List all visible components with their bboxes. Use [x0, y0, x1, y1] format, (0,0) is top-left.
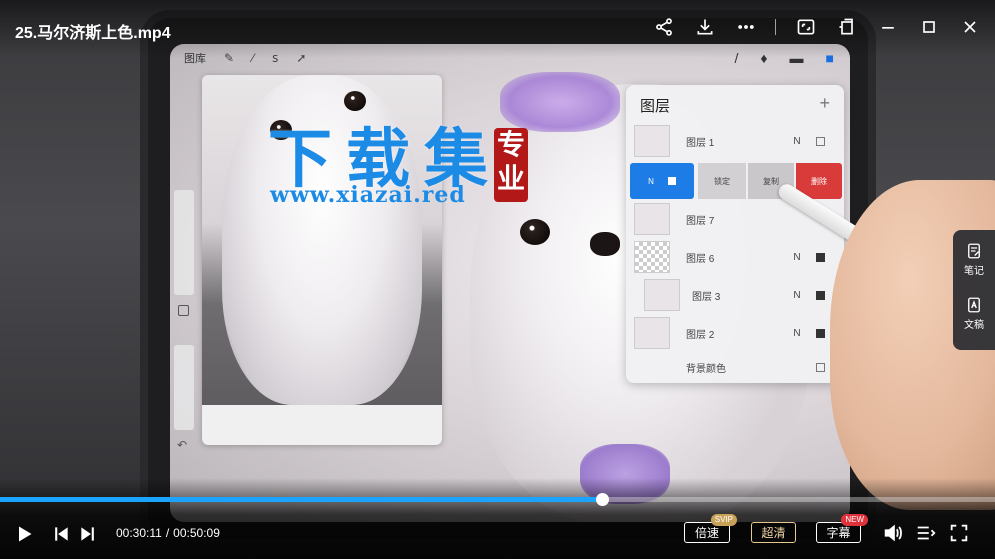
side-panel: 笔记 文稿	[953, 230, 995, 350]
dog-eye-left	[520, 219, 550, 245]
watermark-url: www.xiazai.red	[270, 182, 466, 208]
more-icon[interactable]	[735, 16, 757, 38]
selected-checkbox	[667, 177, 676, 185]
video-title: 25.马尔济斯上色.mp4	[15, 25, 171, 42]
close-icon[interactable]	[959, 16, 981, 38]
speed-button[interactable]: 倍速 SVIP	[684, 514, 737, 543]
skip-back-icon	[55, 527, 68, 541]
divider	[775, 19, 776, 35]
layer-blend: N	[793, 289, 801, 301]
volume-button[interactable]	[882, 522, 904, 544]
next-button[interactable]	[78, 522, 98, 546]
dog-nose	[590, 232, 620, 256]
layer-row: 图层 3 N	[630, 277, 840, 313]
subtitle-label: 字幕	[826, 526, 851, 540]
playlist-button[interactable]	[915, 522, 937, 544]
layer-visibility-checkbox	[816, 362, 825, 372]
previous-button[interactable]	[51, 522, 71, 546]
notes-icon	[968, 243, 980, 259]
pin-window-icon[interactable]	[836, 16, 858, 38]
layer-visibility-checkbox	[816, 252, 825, 262]
minimize-icon[interactable]	[877, 16, 899, 38]
layer-thumbnail	[634, 317, 670, 349]
download-icon[interactable]	[694, 16, 716, 38]
screen-capture-icon[interactable]	[795, 16, 817, 38]
layer-blend: N	[793, 327, 801, 339]
add-layer-icon: +	[819, 93, 830, 113]
lock-layer-button: 锁定	[698, 163, 746, 199]
volume-icon	[884, 524, 902, 542]
layer-row: 背景颜色	[630, 349, 840, 385]
player-top-bar: 25.马尔济斯上色.mp4	[0, 0, 995, 58]
layer-thumbnail	[634, 203, 670, 235]
selected-blend: N	[648, 176, 654, 186]
share-icon[interactable]	[653, 16, 675, 38]
layer-thumbnail	[634, 241, 670, 273]
brush-size-slider: ↶	[174, 190, 194, 480]
watermark-seal-text: 专业	[496, 128, 525, 195]
layer-row: 图层 1 N	[630, 123, 840, 159]
progress-bar[interactable]	[0, 493, 995, 506]
time-display: 00:30:11/00:50:09	[116, 526, 220, 540]
total-time: 00:50:09	[173, 526, 220, 540]
watermark-seal: 专业	[494, 128, 528, 202]
layer-swipe-actions: N 锁定 复制 删除	[630, 163, 842, 199]
reference-floor	[202, 405, 442, 445]
layer-thumbnail	[634, 125, 670, 157]
layer-name: 图层 7	[686, 215, 715, 227]
progress-handle[interactable]	[595, 493, 609, 506]
current-time: 00:30:11	[116, 526, 162, 540]
play-icon	[19, 526, 32, 542]
maximize-icon[interactable]	[918, 16, 940, 38]
selected-layer: N	[630, 163, 694, 199]
layer-name: 图层 3	[692, 291, 721, 303]
layer-visibility-checkbox	[816, 328, 825, 338]
modify-button	[178, 305, 189, 316]
undo-icon: ↶	[177, 438, 188, 452]
play-button[interactable]	[14, 522, 34, 546]
layer-name: 图层 1	[686, 137, 715, 149]
time-separator: /	[165, 526, 170, 540]
document-icon	[968, 297, 980, 313]
video-frame[interactable]: 图库 ✎ ⁄ ꜱ ➚ / ♦ ▬ ■ ↶ 下载集 www.xiazai.red …	[0, 0, 995, 559]
playlist-icon	[917, 526, 936, 540]
layer-name: 背景颜色	[686, 363, 726, 375]
layer-name: 图层 2	[686, 329, 715, 341]
document-button[interactable]: 文稿	[953, 296, 995, 331]
purple-bow	[500, 72, 620, 132]
notes-label: 笔记	[964, 266, 984, 277]
new-badge: NEW	[841, 514, 868, 526]
svip-badge: SVIP	[710, 514, 737, 526]
subtitle-button[interactable]: 字幕 NEW	[816, 514, 868, 543]
layer-name: 图层 6	[686, 253, 715, 265]
quality-label: 超清	[761, 526, 786, 540]
layer-blend: N	[793, 251, 801, 263]
layer-row: 图层 2 N	[630, 315, 840, 351]
skip-forward-icon	[81, 527, 94, 541]
fullscreen-icon	[950, 524, 968, 542]
layers-panel: 图层 + 图层 1 N N 锁定 复制 删除 图层 7 图层 6 N 图层 3 …	[626, 85, 844, 383]
layers-title: 图层	[640, 98, 671, 115]
layer-thumbnail	[644, 279, 680, 311]
layer-visibility-checkbox	[816, 136, 825, 146]
document-label: 文稿	[964, 320, 984, 331]
layer-blend: N	[793, 135, 801, 147]
layer-row: 图层 6 N	[630, 239, 840, 275]
notes-button[interactable]: 笔记	[953, 242, 995, 277]
fullscreen-button[interactable]	[948, 522, 970, 544]
speed-label: 倍速	[694, 526, 719, 540]
layer-visibility-checkbox	[816, 290, 825, 300]
progress-fill	[0, 497, 602, 502]
quality-button[interactable]: 超清	[751, 522, 796, 543]
window-controls	[634, 16, 981, 38]
